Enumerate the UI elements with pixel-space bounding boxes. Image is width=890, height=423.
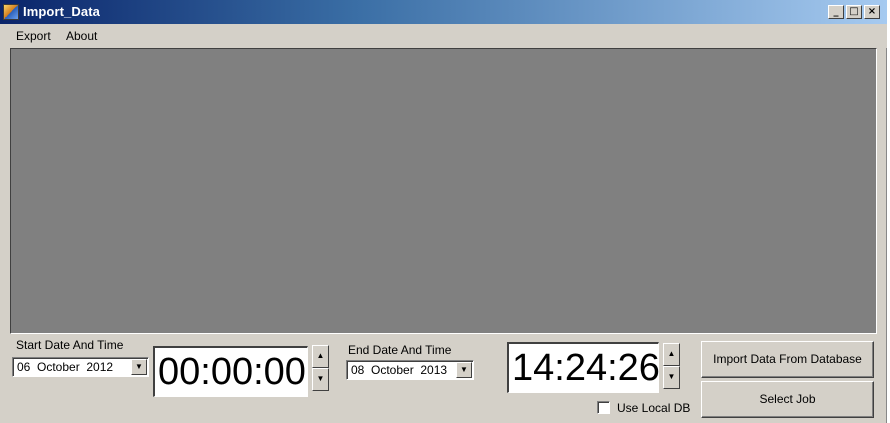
start-time-value: 00:00:00 bbox=[158, 351, 306, 393]
chevron-down-icon: ▼ bbox=[460, 365, 468, 374]
end-time-value: 14:24:26 bbox=[512, 347, 660, 389]
import-data-window: Import_Data _ □ × Export About Start Dat… bbox=[0, 0, 887, 423]
app-icon[interactable] bbox=[3, 4, 19, 20]
start-time-down-button[interactable]: ▼ bbox=[312, 368, 329, 391]
chevron-down-icon: ▼ bbox=[135, 362, 143, 371]
menu-bar: Export About bbox=[0, 24, 887, 48]
arrow-up-icon: ▲ bbox=[316, 351, 325, 360]
select-job-button[interactable]: Select Job bbox=[701, 381, 874, 418]
window-title: Import_Data bbox=[23, 4, 100, 19]
start-date-picker[interactable]: 06 October 2012 ▼ bbox=[12, 357, 149, 377]
close-button[interactable]: × bbox=[864, 5, 880, 19]
end-date-label: End Date And Time bbox=[348, 343, 452, 357]
start-date-dropdown-button[interactable]: ▼ bbox=[131, 359, 147, 375]
end-time-input[interactable]: 14:24:26 bbox=[507, 342, 660, 393]
use-local-db-label[interactable]: Use Local DB bbox=[617, 401, 690, 415]
end-date-value: 08 October 2013 bbox=[351, 363, 448, 377]
end-date-picker[interactable]: 08 October 2013 ▼ bbox=[346, 360, 474, 380]
menu-export[interactable]: Export bbox=[16, 29, 51, 43]
start-date-value: 06 October 2012 bbox=[17, 360, 114, 374]
end-time-up-button[interactable]: ▲ bbox=[663, 343, 680, 366]
maximize-button[interactable]: □ bbox=[846, 5, 862, 19]
title-bar[interactable]: Import_Data _ □ × bbox=[0, 0, 887, 24]
arrow-up-icon: ▲ bbox=[667, 349, 676, 358]
menu-about[interactable]: About bbox=[66, 29, 97, 43]
start-time-up-button[interactable]: ▲ bbox=[312, 345, 329, 368]
end-time-spinner[interactable]: ▲ ▼ bbox=[663, 343, 680, 389]
import-data-button[interactable]: Import Data From Database bbox=[701, 341, 874, 378]
start-date-label: Start Date And Time bbox=[16, 338, 124, 352]
start-time-spinner[interactable]: ▲ ▼ bbox=[312, 345, 329, 391]
minimize-button[interactable]: _ bbox=[828, 5, 844, 19]
end-date-dropdown-button[interactable]: ▼ bbox=[456, 362, 472, 378]
start-time-input[interactable]: 00:00:00 bbox=[153, 346, 308, 397]
arrow-down-icon: ▼ bbox=[316, 374, 325, 383]
end-time-down-button[interactable]: ▼ bbox=[663, 366, 680, 389]
use-local-db-checkbox[interactable] bbox=[597, 401, 610, 414]
arrow-down-icon: ▼ bbox=[667, 372, 676, 381]
data-display-panel bbox=[10, 48, 877, 334]
